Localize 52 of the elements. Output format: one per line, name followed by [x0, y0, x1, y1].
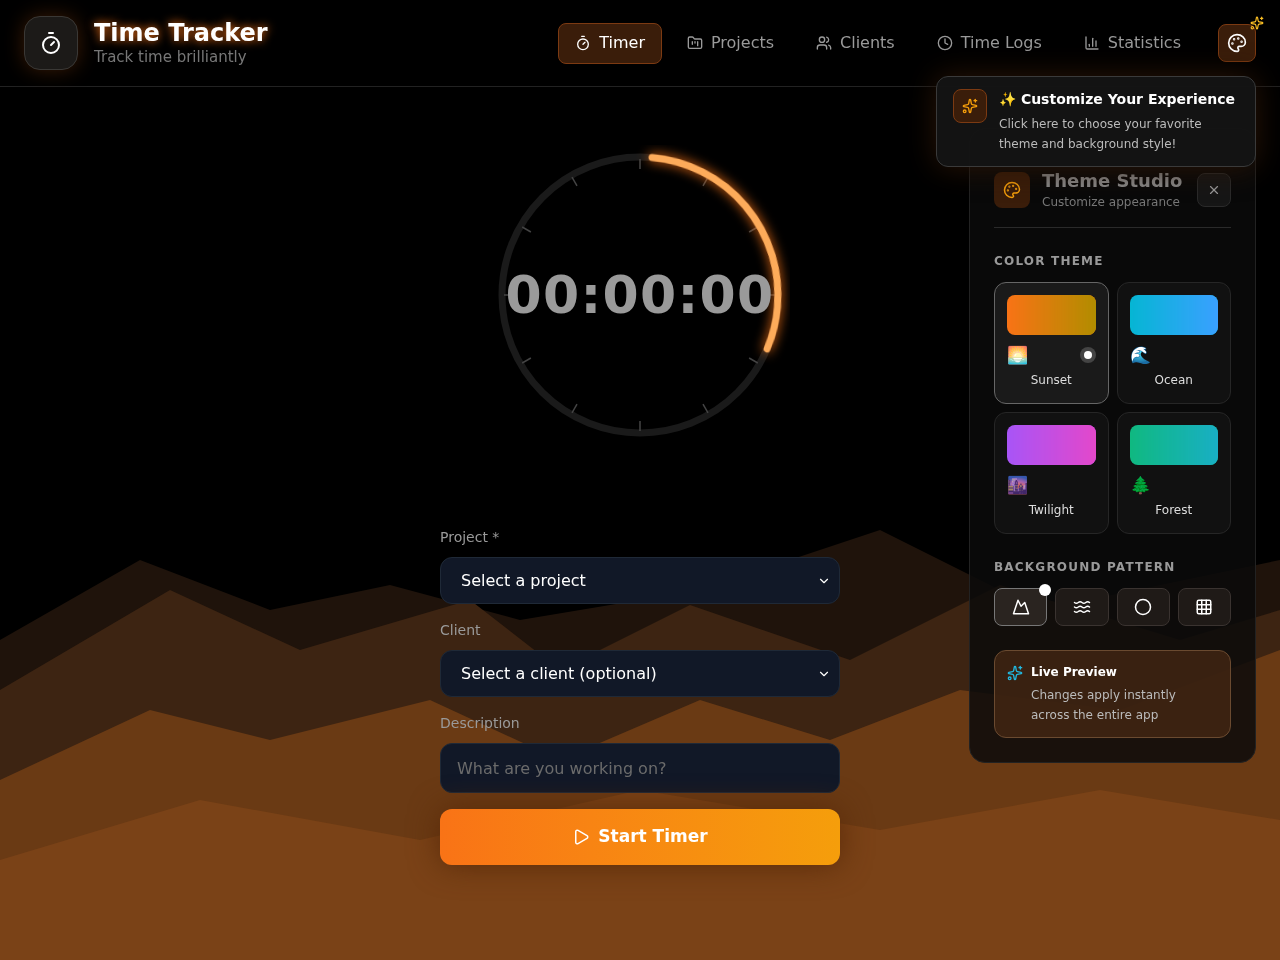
selected-indicator: [1079, 347, 1096, 363]
nav-tab[interactable]: Timer: [558, 22, 662, 64]
stopwatch-icon: [575, 35, 592, 51]
theme-card[interactable]: 🌊 Ocean: [1116, 282, 1231, 404]
description-field[interactable]: What are you working on?: [440, 743, 840, 793]
palette-icon: [1227, 33, 1247, 53]
sparkles-icon: [1250, 16, 1264, 30]
nav-tab[interactable]: Statistics: [1066, 22, 1198, 64]
sparkles-icon: [962, 98, 978, 114]
live-preview-title: Live Preview: [1031, 664, 1118, 681]
tooltip-text: Click here to choose your favorite theme and background style!: [999, 116, 1203, 153]
field-label: Client: [440, 621, 482, 640]
clock-icon: [936, 35, 953, 51]
theme-card[interactable]: 🌅 Sunset: [994, 282, 1109, 404]
section-heading: BACKGROUND PATTERN: [994, 559, 1177, 576]
project-select[interactable]: Select a project: [440, 557, 840, 604]
nav-tab[interactable]: Projects: [669, 22, 792, 64]
timer-display: 00:00:00: [505, 264, 775, 327]
pattern-button[interactable]: [1177, 588, 1231, 626]
app-title: Time Tracker: [94, 19, 268, 47]
field-label: Description: [440, 714, 521, 733]
pattern-button[interactable]: [1055, 588, 1109, 626]
theme-card[interactable]: 🌆 Twilight: [994, 412, 1109, 534]
folder-icon: [686, 35, 703, 51]
grid-icon: [1195, 598, 1214, 616]
circle-icon: [1134, 598, 1153, 616]
panel-title: Theme Studio: [1042, 169, 1184, 193]
client-select[interactable]: Select a client (optional): [440, 650, 840, 697]
close-icon: [1207, 183, 1221, 197]
app-subtitle: Track time brilliantly: [94, 47, 248, 67]
users-icon: [816, 35, 833, 51]
live-preview-text: Changes apply instantly across the entire app: [1031, 687, 1177, 724]
sparkles-icon: [1007, 665, 1023, 681]
section-heading: COLOR THEME: [994, 253, 1105, 270]
theme-emoji: 🌅: [1007, 346, 1028, 364]
theme-button[interactable]: [1218, 24, 1256, 62]
panel-subtitle: Customize appearance: [1042, 194, 1181, 211]
theme-emoji: 🌲: [1129, 476, 1151, 494]
theme-card[interactable]: 🌲 Forest: [1116, 412, 1231, 534]
pattern-button[interactable]: [1116, 588, 1170, 626]
nav-tab[interactable]: Time Logs: [919, 22, 1059, 64]
mountain-icon: [1011, 598, 1030, 616]
tooltip-title: ✨ Customize Your Experience: [999, 90, 1236, 109]
palette-icon: [1003, 181, 1021, 199]
bar-chart-icon: [1083, 35, 1100, 51]
nav-tab[interactable]: Clients: [799, 22, 912, 64]
play-icon: [572, 828, 591, 846]
stopwatch-icon: [39, 31, 63, 55]
field-label: Project *: [440, 528, 501, 547]
theme-emoji: 🌊: [1129, 346, 1151, 364]
theme-emoji: 🌆: [1007, 476, 1028, 494]
waves-icon: [1072, 598, 1091, 616]
